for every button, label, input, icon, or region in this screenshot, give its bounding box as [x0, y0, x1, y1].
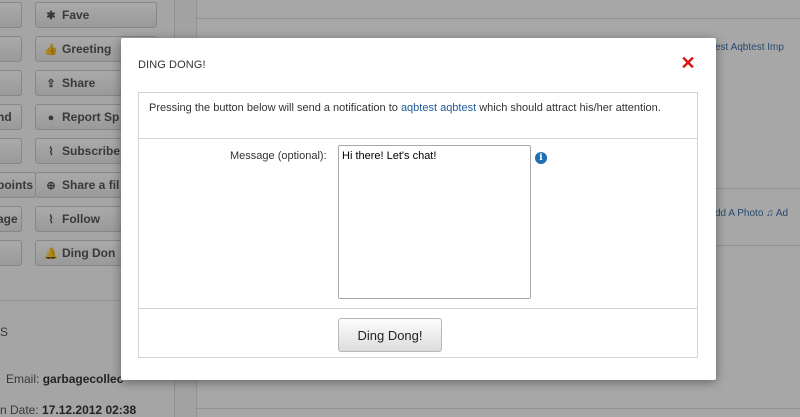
dialog-body: Pressing the button below will send a no… — [138, 92, 698, 358]
ding-dong-button[interactable]: Ding Dong! — [338, 318, 442, 352]
message-label: Message (optional): — [230, 150, 327, 162]
close-icon[interactable]: ✕ — [679, 54, 697, 72]
divider — [139, 308, 697, 309]
message-textarea[interactable]: Hi there! Let's chat! — [338, 145, 531, 299]
recipient-link[interactable]: aqbtest aqbtest — [401, 102, 476, 114]
notice-suffix: which should attract his/her attention. — [476, 102, 661, 114]
info-icon[interactable]: i — [535, 152, 547, 164]
notice-prefix: Pressing the button below will send a no… — [149, 102, 401, 114]
dialog-title: DING DONG! — [138, 59, 206, 71]
ding-dong-dialog: DING DONG! ✕ Pressing the button below w… — [121, 38, 716, 380]
notice-text: Pressing the button below will send a no… — [139, 93, 697, 139]
